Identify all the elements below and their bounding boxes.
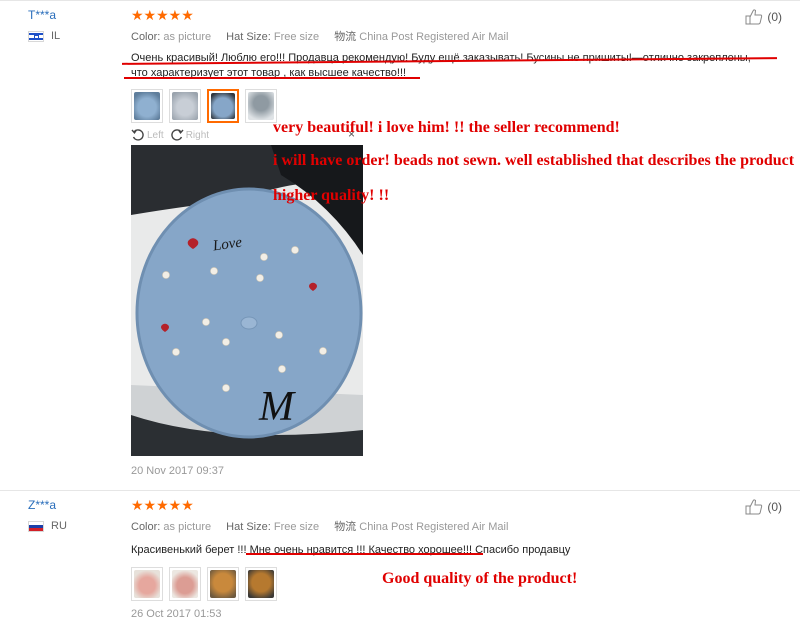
helpful-vote[interactable]: (0)	[745, 499, 782, 515]
russia-flag-icon	[28, 520, 44, 532]
color-label: Color:	[131, 31, 161, 43]
country-code: RU	[51, 520, 67, 532]
hat-size-label: Hat Size:	[226, 521, 271, 533]
color-value: as picture	[163, 521, 212, 533]
hat-size-value: Free size	[273, 31, 320, 43]
reviewer-info: T***a IL	[28, 8, 60, 42]
rotate-right-icon	[170, 129, 184, 141]
reviewer-name[interactable]: T***a	[28, 8, 60, 22]
shipping-value: China Post Registered Air Mail	[359, 31, 509, 43]
feedback-line: Красивенький берет !!! Мне очень нравитс…	[131, 544, 571, 556]
photo-thumbnail[interactable]	[207, 567, 239, 601]
shipping-value: China Post Registered Air Mail	[359, 521, 509, 533]
order-attributes: Color: as picture Hat Size: Free size 物流…	[131, 518, 570, 534]
review-date: 26 Oct 2017 01:53	[131, 608, 222, 620]
translation-annotation: Good quality of the product!	[382, 570, 578, 587]
shipping-label: 物流	[334, 521, 357, 533]
order-attributes: Color: as picture Hat Size: Free size 物流…	[131, 28, 751, 44]
annotation-underline	[246, 553, 483, 555]
translation-annotation: i will have order! beads not sewn. well …	[273, 152, 795, 169]
reviewer-info: Z***a RU	[28, 498, 67, 532]
photo-thumbnail[interactable]	[245, 567, 277, 601]
photo-thumbnail[interactable]	[169, 567, 201, 601]
star-rating: ★★★★★	[131, 7, 194, 23]
rotate-left-button[interactable]: Left	[131, 128, 164, 142]
color-value: as picture	[163, 31, 212, 43]
star-rating: ★★★★★	[131, 497, 194, 513]
helpful-count: (0)	[767, 500, 782, 514]
thumbs-up-icon[interactable]	[745, 499, 763, 515]
photo-thumbnail[interactable]	[245, 89, 277, 123]
reviewer-name[interactable]: Z***a	[28, 498, 67, 512]
feedback-text: Красивенький берет !!! Мне очень нравитс…	[131, 543, 570, 558]
embroidered-letter: M	[258, 384, 296, 430]
review-item: T***a IL (0) ★★★★★ Color: as picture Hat…	[0, 0, 800, 484]
photo-thumbnail[interactable]	[131, 567, 163, 601]
hat-size-label: Hat Size:	[226, 31, 271, 43]
israel-flag-icon	[28, 30, 44, 42]
translation-annotation: higher quality! !!	[273, 187, 390, 204]
photo-thumbnail[interactable]	[169, 89, 201, 123]
shipping-label: 物流	[334, 31, 357, 43]
review-date: 20 Nov 2017 09:37	[131, 465, 224, 477]
photo-thumbnail-selected[interactable]	[207, 89, 239, 123]
helpful-vote[interactable]: (0)	[745, 9, 782, 25]
helpful-count: (0)	[767, 10, 782, 24]
review-content: ★★★★★ Color: as picture Hat Size: Free s…	[131, 498, 570, 620]
photo-thumbnail[interactable]	[131, 89, 163, 123]
review-item: Z***a RU (0) ★★★★★ Color: as picture Hat…	[0, 490, 800, 624]
rotate-left-icon	[131, 129, 144, 141]
annotation-underline	[124, 77, 420, 79]
translation-annotation: very beautiful! i love him! !! the selle…	[273, 119, 620, 136]
rotate-left-label: Left	[147, 129, 164, 141]
hat-size-value: Free size	[273, 521, 320, 533]
reviewer-country: RU	[28, 520, 67, 532]
reviewer-country: IL	[28, 30, 60, 42]
country-code: IL	[51, 30, 61, 42]
color-label: Color:	[131, 521, 161, 533]
photo-thumbnails	[131, 89, 751, 123]
rotate-right-button[interactable]: Right	[170, 128, 209, 142]
rotate-right-label: Right	[185, 129, 210, 141]
